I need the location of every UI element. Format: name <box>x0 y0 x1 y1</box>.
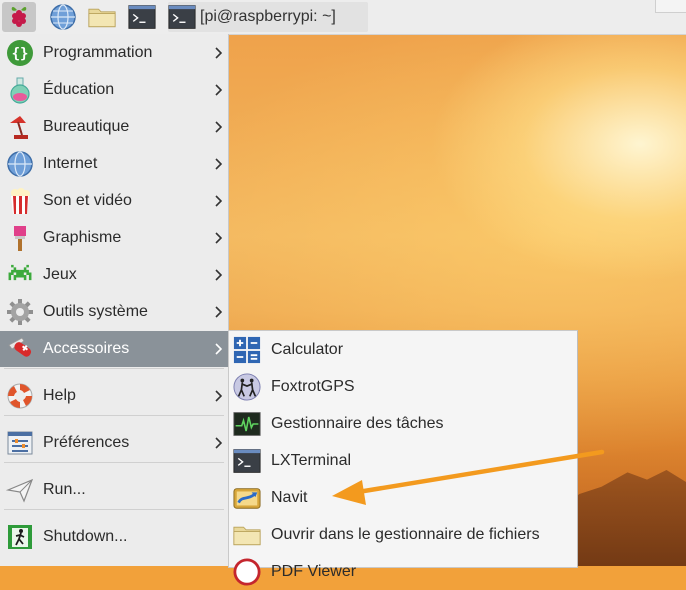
submenu-item-label: FoxtrotGPS <box>271 377 355 395</box>
globe-icon <box>6 150 34 178</box>
menu-item-label: Programmation <box>43 44 153 61</box>
chevron-right-icon <box>212 35 224 71</box>
menu-item-run[interactable]: Run... <box>0 472 228 508</box>
panel-edge <box>655 0 686 13</box>
chevron-right-icon <box>212 425 224 461</box>
chevron-right-icon <box>212 109 224 145</box>
submenu-item-label: LXTerminal <box>271 451 352 469</box>
gear-icon <box>6 298 34 326</box>
submenu-item-calculator[interactable]: Calculator <box>229 331 577 368</box>
chevron-right-icon <box>212 331 224 367</box>
popcorn-icon <box>6 187 34 215</box>
chevron-right-icon <box>212 72 224 108</box>
browser-launcher[interactable] <box>46 2 80 32</box>
menu-separator <box>4 509 224 510</box>
menu-item-label: Préférences <box>43 434 130 451</box>
flask-icon <box>6 76 34 104</box>
submenu-item-open-in-file-manager[interactable]: Ouvrir dans le gestionnaire de fichiers <box>229 516 577 553</box>
chevron-right-icon <box>212 257 224 293</box>
menu-separator <box>4 415 224 416</box>
submenu-item-lxterminal[interactable]: LXTerminal <box>229 442 577 479</box>
menu-item-label: Accessoires <box>43 340 130 357</box>
exit-person-icon <box>6 523 34 551</box>
menu-item-education[interactable]: Éducation <box>0 72 228 108</box>
taskbar-window-button[interactable]: [pi@raspberrypi: ~] <box>168 2 368 32</box>
menu-separator <box>4 462 224 463</box>
chevron-right-icon <box>212 183 224 219</box>
chevron-right-icon <box>212 378 224 414</box>
desk-lamp-icon <box>6 113 34 141</box>
menu-item-graphisme[interactable]: Graphisme <box>0 220 228 256</box>
chevron-right-icon <box>212 146 224 182</box>
terminal-launcher[interactable] <box>124 2 160 32</box>
menu-item-label: Son et vidéo <box>43 192 132 209</box>
terminal-icon <box>128 3 156 31</box>
submenu-item-foxtrotgps[interactable]: FoxtrotGPS <box>229 368 577 405</box>
preferences-icon <box>6 429 34 457</box>
menu-item-bureautique[interactable]: Bureautique <box>0 109 228 145</box>
submenu-item-navit[interactable]: Navit <box>229 479 577 516</box>
menu-item-label: Bureautique <box>43 118 130 135</box>
foxtrotgps-icon <box>233 372 261 401</box>
menu-item-label: Jeux <box>43 266 77 283</box>
menu-item-help[interactable]: Help <box>0 378 228 414</box>
chevron-right-icon <box>212 220 224 256</box>
menu-item-label: Éducation <box>43 81 115 98</box>
folder-icon <box>88 3 116 31</box>
calculator-icon <box>233 336 261 364</box>
menu-item-label: Shutdown... <box>43 528 128 545</box>
menu-item-preferences[interactable]: Préférences <box>0 425 228 461</box>
paintbrush-icon <box>6 224 34 252</box>
submenu-item-label: Ouvrir dans le gestionnaire de fichiers <box>271 525 540 543</box>
submenu-item-label: Navit <box>271 488 308 506</box>
navit-icon <box>233 484 261 512</box>
svg-text:{}: {} <box>12 46 29 62</box>
taskbar: [pi@raspberrypi: ~] <box>0 0 686 35</box>
pdf-icon <box>233 557 261 586</box>
task-manager-icon <box>233 410 261 438</box>
submenu-item-label: PDF Viewer <box>271 562 357 580</box>
menu-item-label: Help <box>43 387 76 404</box>
menu-item-jeux[interactable]: Jeux <box>0 257 228 293</box>
terminal-icon <box>168 3 196 31</box>
taskbar-window-title: [pi@raspberrypi: ~] <box>200 8 336 25</box>
file-manager-launcher[interactable] <box>84 2 120 32</box>
space-invader-icon <box>6 261 34 289</box>
menu-item-label: Graphisme <box>43 229 122 246</box>
menu-item-outils-systeme[interactable]: Outils système <box>0 294 228 330</box>
menu-item-label: Run... <box>43 481 86 498</box>
swiss-knife-icon <box>6 335 34 363</box>
chevron-right-icon <box>212 294 224 330</box>
raspberry-menu-button[interactable] <box>2 2 36 32</box>
menu-separator <box>4 368 224 369</box>
menu-item-accessoires[interactable]: Accessoires <box>0 331 228 367</box>
raspberry-icon <box>5 3 33 31</box>
accessories-submenu: Calculator FoxtrotGPS Gestionnaire des t… <box>228 330 578 586</box>
code-braces-icon: {} <box>6 39 34 67</box>
paper-plane-icon <box>6 476 34 504</box>
menu-item-son-et-video[interactable]: Son et vidéo <box>0 183 228 219</box>
terminal-icon <box>233 447 261 475</box>
globe-icon <box>49 3 77 31</box>
menu-item-label: Outils système <box>43 303 148 320</box>
submenu-item-pdf-viewer[interactable]: PDF Viewer <box>229 553 577 590</box>
menu-item-internet[interactable]: Internet <box>0 146 228 182</box>
submenu-item-label: Calculator <box>271 340 344 358</box>
main-menu: {} Programmation Éducation Bureautique I… <box>0 34 229 566</box>
submenu-item-task-manager[interactable]: Gestionnaire des tâches <box>229 405 577 442</box>
menu-item-programmation[interactable]: {} Programmation <box>0 35 228 71</box>
menu-item-shutdown[interactable]: Shutdown... <box>0 519 228 555</box>
folder-icon <box>233 521 261 549</box>
menu-item-label: Internet <box>43 155 98 172</box>
submenu-item-label: Gestionnaire des tâches <box>271 414 444 432</box>
lifebuoy-icon <box>6 382 34 410</box>
